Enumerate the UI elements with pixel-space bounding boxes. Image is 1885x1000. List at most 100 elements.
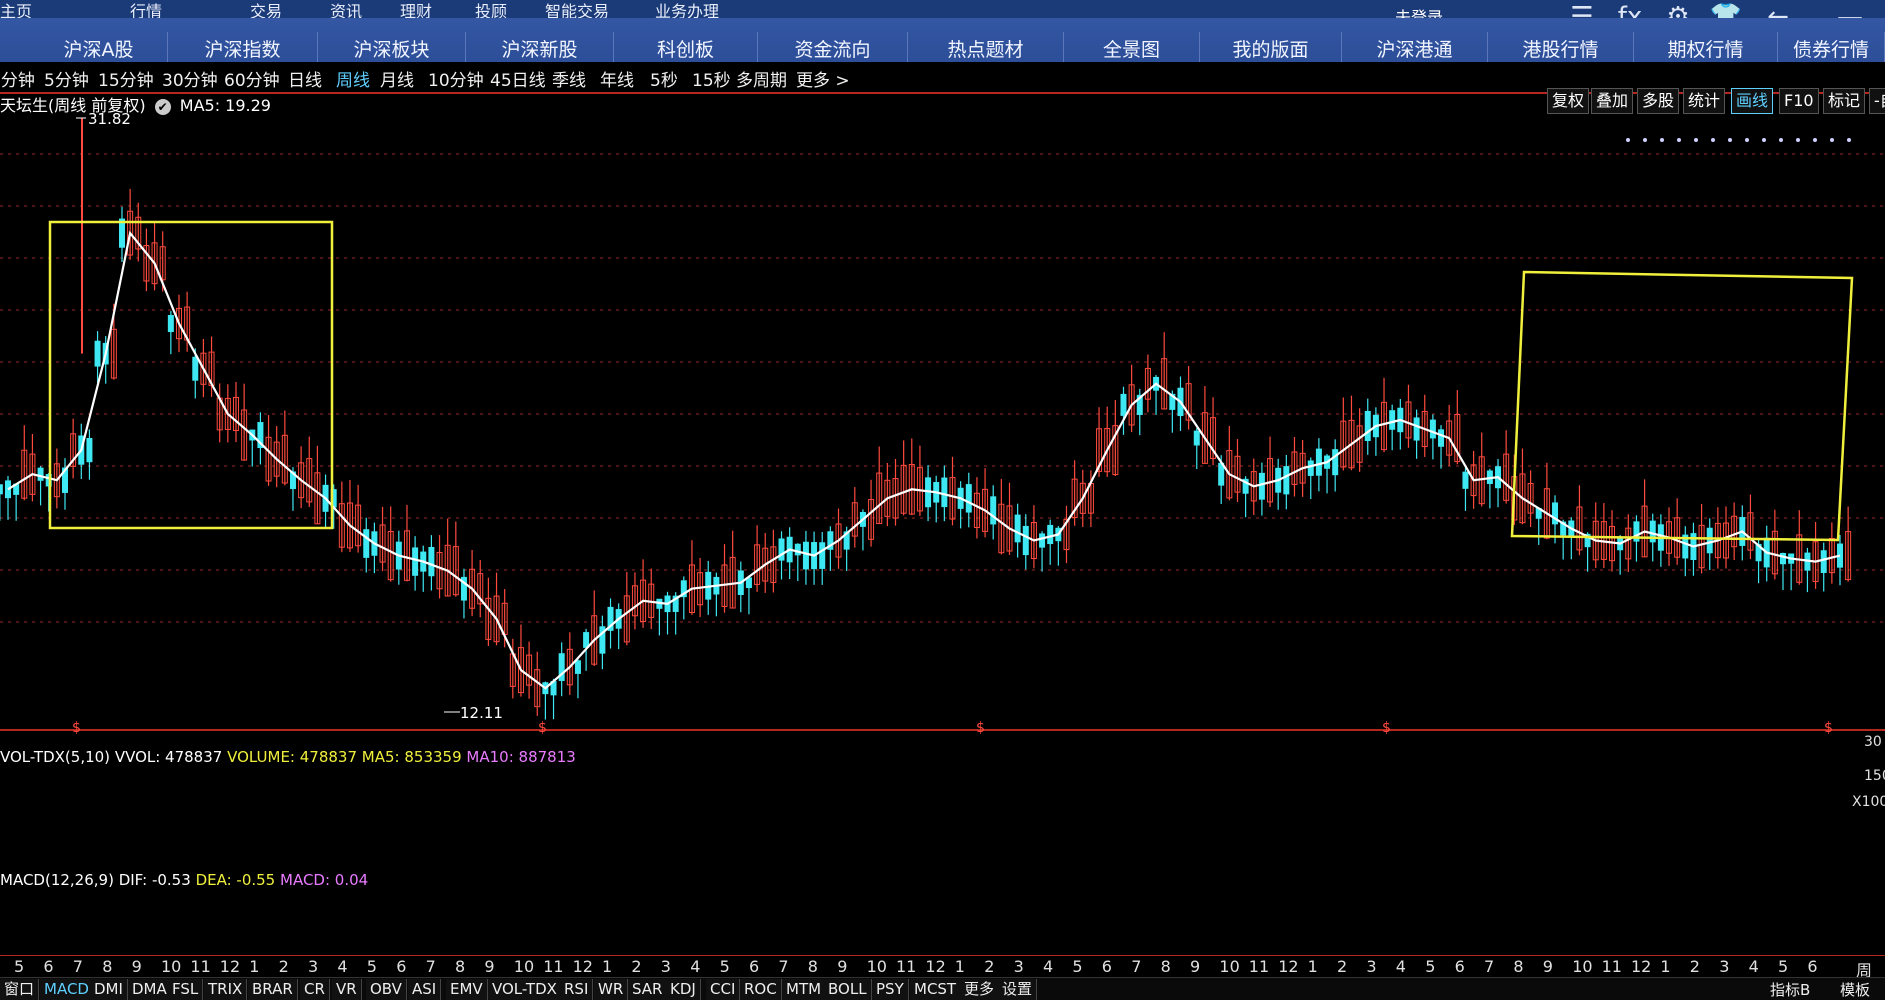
indicator-tab[interactable]: BRAR (248, 979, 298, 1000)
candle-body (802, 541, 809, 570)
indicator-tab[interactable]: WR (594, 979, 629, 1000)
indicator-tab[interactable]: ROC (740, 979, 782, 1000)
candle-body (1014, 514, 1021, 543)
candle-body (1780, 552, 1787, 565)
drawing-tool-dot (1643, 138, 1647, 142)
time-axis-label: 7 (1131, 957, 1142, 976)
candle-body (118, 218, 125, 248)
time-axis-label: 11 (190, 957, 211, 976)
candle-body (1315, 448, 1322, 476)
indicator-tab[interactable]: EMV (446, 979, 488, 1000)
time-axis-label: 8 (1513, 957, 1524, 976)
dividend-marker-icon[interactable]: $ (538, 720, 547, 736)
indicator-tab[interactable]: PSY (872, 979, 909, 1000)
time-axis-label: 8 (1160, 957, 1171, 976)
drawing-tool-dot (1847, 138, 1851, 142)
time-axis-label: 10 (513, 957, 535, 976)
high-price-label: 31.82 (88, 110, 131, 128)
time-axis-label: 5 (719, 957, 730, 976)
indicator-tab[interactable]: VR (332, 979, 362, 1000)
time-axis-label: 3 (1719, 957, 1730, 976)
candle-body (1413, 417, 1420, 441)
time-axis-label: 8 (807, 957, 818, 976)
dividend-marker-icon[interactable]: $ (72, 720, 81, 736)
time-axis-label: 10 (161, 957, 182, 976)
candle-body (0, 484, 3, 495)
candle-body (1120, 393, 1127, 416)
top-menu: 主页行情交易资讯理财投顾智能交易业务办理未登录☰fx⚙👕←— (0, 0, 1885, 32)
candle-body (428, 546, 435, 577)
indicator-tab[interactable]: DMI (90, 979, 128, 1000)
indicator-bar-right-item[interactable]: 模板 (1840, 979, 1870, 1000)
drawing-tool-dot (1711, 138, 1715, 142)
time-axis-label: 5 (1072, 957, 1083, 976)
candle-body (363, 529, 370, 558)
indicator-tab[interactable]: ASI (408, 979, 442, 1000)
candle-body (941, 477, 948, 508)
indicator-tab[interactable]: FSL (168, 979, 204, 1000)
time-axis-label: 9 (837, 957, 848, 976)
time-axis-label: 6 (396, 957, 407, 976)
time-axis-label: 2 (1337, 957, 1348, 976)
time-axis-label: 12 (1631, 957, 1652, 976)
time-axis-label: 1 (602, 957, 613, 976)
volume-indicator-name: VOL-TDX(5,10) (0, 748, 111, 766)
time-axis-label: 7 (778, 957, 789, 976)
time-axis-label: 2 (1689, 957, 1700, 976)
time-axis-label: 6 (749, 957, 760, 976)
drawing-tool-dot (1745, 138, 1749, 142)
time-axis-label: 8 (455, 957, 466, 976)
candle-body (1820, 550, 1827, 573)
indicator-tab[interactable]: OBV (366, 979, 407, 1000)
time-axis-label: 3 (308, 957, 319, 976)
time-axis-label: 1 (249, 957, 260, 976)
indicator-tab[interactable]: RSI (560, 979, 594, 1000)
time-axis-label: 1 (954, 957, 965, 976)
annotation-box-left[interactable] (48, 220, 334, 530)
time-axis-label: 3 (1366, 957, 1377, 976)
candle-body (583, 632, 590, 648)
candle-body (94, 340, 101, 367)
dividend-marker-icon[interactable]: $ (1382, 720, 1391, 736)
candle-body (965, 484, 972, 513)
time-axis-label: 3 (1013, 957, 1024, 976)
candle-body (1462, 471, 1469, 489)
dividend-marker-icon[interactable]: $ (1824, 720, 1833, 736)
candle-body (1389, 410, 1396, 430)
indicator-tab[interactable]: MCST (910, 979, 962, 1000)
macd-header: MACD(12,26,9) DIF: -0.53 DEA: -0.55 MACD… (0, 871, 368, 889)
vvol-value: VVOL: 478837 (114, 748, 223, 766)
volume-axis-label: X100 (1852, 794, 1885, 810)
indicator-tab[interactable]: SAR (628, 979, 668, 1000)
time-axis-label: 9 (1542, 957, 1553, 976)
candle-body (1022, 525, 1029, 556)
candle-body (167, 315, 174, 333)
time-axis-label: 11 (896, 957, 917, 976)
indicator-bar: 窗口 MACD DMI DMA FSL TRIX BRAR CR VR OBV ASI EMV VOL-… (0, 977, 1885, 1000)
volume-header: VOL-TDX(5,10) VVOL: 478837 VOLUME: 47883… (0, 748, 576, 766)
drawing-tool-dot (1677, 138, 1681, 142)
time-axis-label: 6 (43, 957, 54, 976)
indicator-tab[interactable]: CR (300, 979, 330, 1000)
dividend-marker-icon[interactable]: $ (976, 720, 985, 736)
time-axis-label: 5 (1778, 957, 1789, 976)
indicator-tab[interactable]: 窗口 (0, 979, 40, 1000)
time-axis-label: 3 (660, 957, 671, 976)
indicator-tab[interactable]: TRIX (204, 979, 248, 1000)
time-axis-label: 6 (1807, 957, 1818, 976)
annotation-box-right[interactable] (1510, 270, 1854, 542)
indicator-tab[interactable]: KDJ (666, 979, 701, 1000)
price-chart[interactable]: 31.82 12.11 $ $ $ $ $ (0, 94, 1885, 754)
time-axis: 5 6 7 8 9 10 11 12 1 2 3 4 5 6 7 8 9 10 11 12 1 2 3 4 5 6 7 8 9 10 11 1… (0, 955, 1885, 1000)
indicator-tab[interactable]: MACD (40, 979, 94, 1000)
candle-body (192, 356, 199, 381)
indicator-bar-right-item[interactable]: 指标B (1770, 979, 1810, 1000)
indicator-tab[interactable]: DMA (128, 979, 172, 1000)
indicator-tab[interactable]: CCI (706, 979, 741, 1000)
indicator-tab[interactable]: MTM (782, 979, 827, 1000)
indicator-tab[interactable]: 更多 (960, 979, 1000, 1000)
indicator-tab[interactable]: VOL-TDX (488, 979, 562, 1000)
drawing-tool-dot (1660, 138, 1664, 142)
indicator-tab[interactable]: 设置 (998, 979, 1038, 1000)
indicator-tab[interactable]: BOLL (824, 979, 872, 1000)
